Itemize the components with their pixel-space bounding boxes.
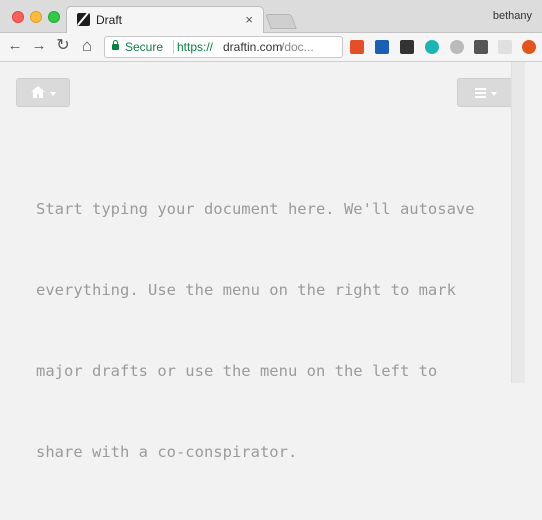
tab-title: Draft (96, 13, 123, 27)
editor-line: everything. Use the menu on the right to… (36, 281, 456, 299)
page-content: Start typing your document here. We'll a… (0, 62, 542, 461)
editor-line: major drafts or use the menu on the left… (36, 362, 438, 380)
title-bar: Draft × bethany (0, 0, 542, 33)
home-menu-button[interactable] (16, 78, 70, 107)
pocket-icon[interactable] (474, 40, 488, 54)
home-button[interactable]: ⌂ (78, 37, 96, 55)
document-editor[interactable]: Start typing your document here. We'll a… (36, 142, 506, 520)
url-scheme: https:// (177, 40, 214, 54)
maximize-window-button[interactable] (48, 11, 60, 23)
hamburger-menu-button[interactable] (457, 78, 514, 107)
back-button[interactable]: ← (6, 37, 24, 55)
secure-label: Secure (125, 40, 164, 54)
hamburger-icon (475, 88, 486, 98)
teal-circle-icon[interactable] (425, 40, 439, 54)
chevron-down-icon (491, 92, 497, 96)
url-host: draftin.com (223, 40, 283, 54)
dashlane-icon[interactable] (350, 40, 364, 54)
grey-circle-icon[interactable] (450, 40, 464, 54)
browser-toolbar: ← → ↻ ⌂ Secure https:// draftin.com /doc… (0, 33, 542, 62)
draft-favicon-icon (77, 13, 90, 26)
evernote-icon[interactable] (375, 40, 389, 54)
forward-button[interactable]: → (30, 37, 48, 55)
close-window-button[interactable] (12, 11, 24, 23)
tab-draft[interactable]: Draft × (66, 6, 264, 33)
new-tab-button[interactable] (265, 14, 297, 29)
url-path: /doc... (281, 40, 314, 54)
home-icon (31, 86, 45, 98)
chevron-down-icon (50, 92, 56, 96)
reload-button[interactable]: ↻ (54, 37, 72, 55)
minimize-window-button[interactable] (30, 11, 42, 23)
tab-close-icon[interactable]: × (245, 12, 253, 27)
editor-line: share with a co-conspirator. (36, 443, 298, 461)
scrollbar[interactable] (511, 62, 525, 383)
tab-icon[interactable] (400, 40, 414, 54)
ublock-icon[interactable] (522, 40, 536, 54)
lock-icon (112, 40, 119, 50)
square-icon[interactable] (498, 40, 512, 54)
profile-name[interactable]: bethany (493, 10, 532, 22)
address-divider (173, 40, 174, 54)
address-bar[interactable]: Secure https:// draftin.com /doc... ☆ (104, 36, 343, 58)
editor-line: Start typing your document here. We'll a… (36, 200, 475, 218)
